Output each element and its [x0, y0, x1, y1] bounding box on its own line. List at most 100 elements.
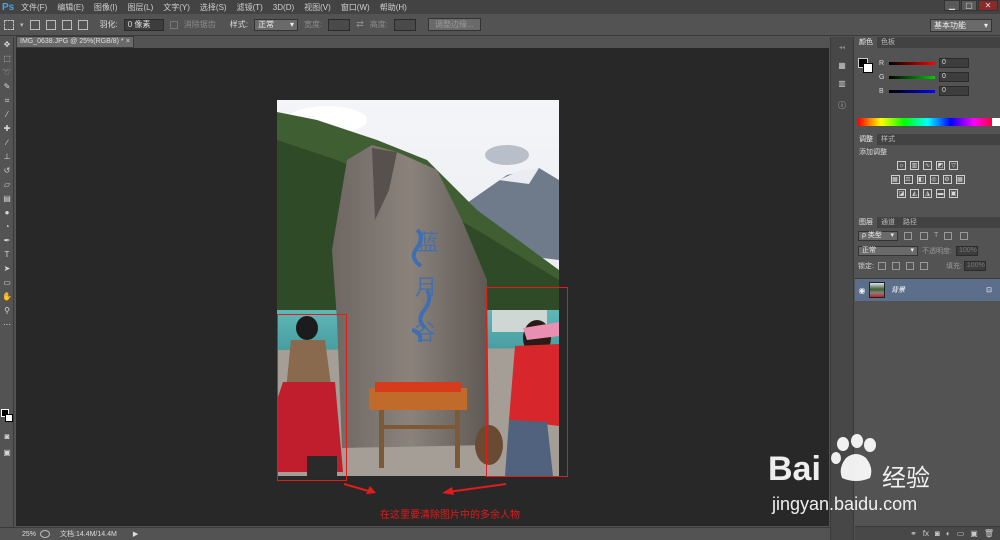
feather-input[interactable]: 0 像素 — [123, 18, 164, 31]
slider-track-g[interactable] — [889, 75, 935, 79]
filter-type-icon[interactable]: T — [934, 232, 938, 239]
menu-edit[interactable]: 编辑(E) — [52, 2, 89, 13]
hue-saturation-icon[interactable]: ▦ — [890, 175, 900, 184]
close-button[interactable]: ✕ — [978, 0, 998, 11]
layer-style-icon[interactable]: fx — [923, 529, 929, 538]
crop-tool-icon[interactable]: ⌗ — [1, 94, 13, 107]
brightness-icon[interactable]: ☼ — [897, 161, 906, 170]
background-color-swatch[interactable] — [5, 414, 13, 422]
menu-layer[interactable]: 图层(L) — [122, 2, 158, 13]
layer-row-background[interactable]: ◉ 背景 ⊡ — [855, 279, 1000, 301]
history-brush-tool-icon[interactable]: ↺ — [1, 164, 13, 177]
screen-mode-icon[interactable]: ▣ — [1, 446, 13, 459]
tab-styles[interactable]: 样式 — [877, 134, 899, 145]
lock-pixels-icon[interactable] — [891, 261, 900, 270]
maximize-button[interactable]: ▢ — [961, 0, 977, 11]
new-adjustment-icon[interactable]: ◐ — [946, 529, 951, 538]
kind-filter-select[interactable]: ρ 类型 ▾ — [858, 230, 898, 241]
quick-mask-icon[interactable]: ◙ — [1, 430, 13, 443]
style-select[interactable]: 正常 ▾ — [253, 18, 298, 31]
blend-mode-select[interactable]: 正常 ▾ — [858, 245, 918, 256]
gradient-tool-icon[interactable]: ▤ — [1, 192, 13, 205]
properties-panel-icon[interactable]: ▥ — [835, 77, 849, 89]
new-group-icon[interactable]: ▭ — [957, 529, 965, 538]
history-panel-icon[interactable]: ▦ — [835, 59, 849, 71]
color-balance-icon[interactable]: ⚖ — [903, 175, 913, 184]
posterize-icon[interactable]: ◭ — [910, 189, 919, 198]
delete-layer-icon[interactable]: 🗑 — [984, 529, 994, 538]
workspace-select[interactable]: 基本功能 ▾ — [930, 19, 992, 32]
shape-tool-icon[interactable]: ▭ — [1, 276, 13, 289]
threshold-icon[interactable]: ◮ — [923, 189, 932, 198]
new-selection-icon[interactable] — [29, 19, 40, 30]
height-input[interactable] — [394, 18, 416, 31]
menu-file[interactable]: 文件(F) — [16, 2, 52, 13]
photo-filter-icon[interactable]: ◎ — [929, 175, 939, 184]
tab-swatches[interactable]: 色板 — [877, 37, 899, 48]
type-tool-icon[interactable]: T — [1, 248, 13, 261]
color-lookup-icon[interactable]: ▦ — [955, 175, 965, 184]
slider-value-g[interactable]: 0 — [939, 72, 969, 82]
layer-name[interactable]: 背景 — [891, 285, 986, 295]
invert-icon[interactable]: ◪ — [897, 189, 906, 198]
menu-image[interactable]: 图像(I) — [89, 2, 123, 13]
exposure-icon[interactable]: ◩ — [936, 161, 945, 170]
tab-color[interactable]: 颜色 — [855, 37, 877, 48]
channel-mixer-icon[interactable]: ⚙ — [942, 175, 952, 184]
preset-dropdown-icon[interactable]: ▾ — [20, 21, 24, 29]
eraser-tool-icon[interactable]: ▱ — [1, 178, 13, 191]
new-layer-icon[interactable]: ▣ — [970, 529, 978, 538]
slider-value-b[interactable]: 0 — [939, 86, 969, 96]
eyedropper-tool-icon[interactable]: ⁄ — [1, 108, 13, 121]
spectrum-white-end[interactable] — [992, 118, 1000, 126]
healing-brush-tool-icon[interactable]: ✚ — [1, 122, 13, 135]
subtract-selection-icon[interactable] — [61, 19, 72, 30]
intersect-selection-icon[interactable] — [77, 19, 88, 30]
tab-paths[interactable]: 路径 — [899, 217, 921, 228]
levels-icon[interactable]: ▥ — [910, 161, 919, 170]
document-tab[interactable]: IMG_0638.JPG @ 25%(RGB/8) * × — [16, 36, 134, 48]
filter-shape-icon[interactable] — [944, 231, 953, 240]
refine-edge-button[interactable]: 调整边缘... — [428, 18, 481, 31]
slider-track-b[interactable] — [889, 89, 935, 93]
tab-channels[interactable]: 通道 — [877, 217, 899, 228]
hand-tool-icon[interactable]: ✋ — [1, 290, 13, 303]
fill-input[interactable]: 100% — [963, 260, 986, 271]
pen-tool-icon[interactable]: ✒ — [1, 234, 13, 247]
lasso-tool-icon[interactable]: ➰ — [1, 66, 13, 79]
swap-dimensions-icon[interactable]: ⇄ — [356, 19, 364, 30]
minimize-button[interactable]: ▁ — [944, 0, 960, 11]
status-info-icon[interactable] — [40, 530, 50, 538]
width-input[interactable] — [328, 18, 351, 31]
collapse-arrows-icon[interactable]: ◂◂ — [835, 41, 849, 53]
lock-all-icon[interactable] — [919, 261, 928, 270]
opacity-input[interactable]: 100% — [955, 245, 978, 256]
menu-view[interactable]: 视图(V) — [299, 2, 336, 13]
menu-3d[interactable]: 3D(D) — [268, 3, 299, 12]
vibrance-icon[interactable]: ▽ — [949, 161, 958, 170]
filter-adjustment-icon[interactable] — [920, 231, 928, 240]
clone-stamp-tool-icon[interactable]: ⊥ — [1, 150, 13, 163]
gradient-map-icon[interactable]: ▬ — [936, 189, 945, 198]
path-selection-tool-icon[interactable]: ➤ — [1, 262, 13, 275]
color-spectrum-bar[interactable] — [858, 118, 1000, 126]
selective-color-icon[interactable]: ▣ — [949, 189, 958, 198]
black-white-icon[interactable]: ◧ — [916, 175, 926, 184]
link-layers-icon[interactable]: ⚭ — [910, 529, 917, 538]
brush-tool-icon[interactable]: ∕ — [1, 136, 13, 149]
tab-adjustments[interactable]: 调整 — [855, 134, 877, 145]
eye-icon[interactable]: ◉ — [855, 286, 869, 295]
menu-select[interactable]: 选择(S) — [195, 2, 232, 13]
lock-transparent-icon[interactable] — [877, 261, 886, 270]
slider-value-r[interactable]: 0 — [939, 58, 969, 68]
move-tool-icon[interactable]: ✥ — [1, 38, 13, 51]
info-panel-icon[interactable]: ⓘ — [835, 99, 849, 111]
zoom-level[interactable]: 25% — [0, 531, 36, 538]
menu-type[interactable]: 文字(Y) — [158, 2, 195, 13]
add-selection-icon[interactable] — [45, 19, 56, 30]
status-menu-arrow-icon[interactable]: ▶ — [133, 530, 138, 538]
quick-select-tool-icon[interactable]: ✎ — [1, 80, 13, 93]
marquee-tool-preset-icon[interactable] — [4, 19, 14, 30]
menu-help[interactable]: 帮助(H) — [375, 2, 412, 13]
filter-smart-icon[interactable] — [960, 231, 969, 240]
